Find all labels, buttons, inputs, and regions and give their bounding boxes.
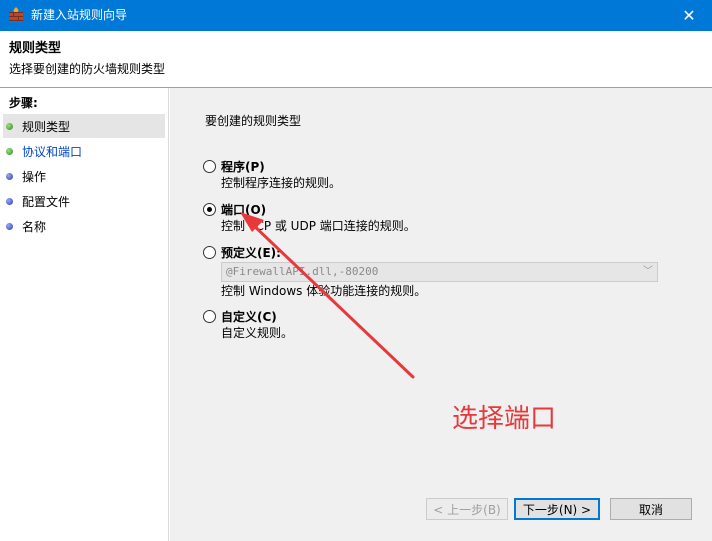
step-protocol-ports[interactable]: 协议和端口 [3, 139, 165, 163]
step-status-icon [6, 222, 13, 230]
steps-label: 步骤: [9, 96, 38, 110]
step-status-icon [6, 172, 13, 180]
step-status-icon [6, 122, 13, 130]
predefined-select-value: @FirewallAPI.dll,-80200 [226, 265, 379, 278]
title-bar: 新建入站规则向导 ✕ [0, 0, 712, 31]
step-label: 规则类型 [22, 119, 71, 134]
option-title: 预定义(E): [221, 246, 281, 260]
close-button[interactable]: ✕ [666, 0, 712, 31]
radio-custom[interactable] [203, 310, 216, 323]
wizard-header: 规则类型 选择要创建的防火墙规则类型 [0, 31, 712, 88]
predefined-select[interactable]: @FirewallAPI.dll,-80200 ﹀ [221, 262, 658, 282]
step-rule-type[interactable]: 规则类型 [3, 114, 165, 138]
cancel-button[interactable]: 取消 [610, 498, 692, 520]
option-description: 控制 TCP 或 UDP 端口连接的规则。 [221, 219, 416, 233]
window-title: 新建入站规则向导 [31, 8, 128, 22]
annotation-text: 选择端口 [452, 404, 557, 434]
step-label: 名称 [22, 219, 47, 234]
page-title: 规则类型 [9, 41, 62, 56]
option-description: 控制 Windows 体验功能连接的规则。 [221, 284, 427, 298]
steps-panel: 步骤: 规则类型 协议和端口 操作 配置文件 名称 [0, 88, 169, 541]
rule-type-prompt: 要创建的规则类型 [205, 114, 302, 128]
radio-program[interactable] [203, 160, 216, 173]
step-profile[interactable]: 配置文件 [3, 189, 165, 213]
back-button[interactable]: < 上一步(B) [426, 498, 508, 520]
radio-predefined[interactable] [203, 246, 216, 259]
step-action[interactable]: 操作 [3, 164, 165, 188]
option-description: 控制程序连接的规则。 [221, 176, 342, 190]
option-title: 端口(O) [221, 203, 267, 217]
step-status-icon [6, 147, 13, 155]
step-label: 配置文件 [22, 194, 71, 209]
step-name[interactable]: 名称 [3, 214, 165, 238]
chevron-down-icon: ﹀ [643, 266, 653, 277]
firewall-icon [9, 7, 23, 22]
step-label: 操作 [22, 169, 47, 184]
close-icon: ✕ [682, 6, 696, 25]
step-status-icon [6, 197, 13, 205]
page-subtitle: 选择要创建的防火墙规则类型 [9, 62, 166, 76]
option-title: 程序(P) [221, 160, 265, 174]
step-label: 协议和端口 [22, 144, 83, 159]
next-button[interactable]: 下一步(N) > [514, 498, 600, 520]
option-title: 自定义(C) [221, 310, 277, 324]
radio-port[interactable] [203, 203, 216, 216]
main-panel: 要创建的规则类型 程序(P) 控制程序连接的规则。 端口(O) 控制 TCP 或… [170, 88, 712, 541]
option-description: 自定义规则。 [221, 326, 294, 340]
